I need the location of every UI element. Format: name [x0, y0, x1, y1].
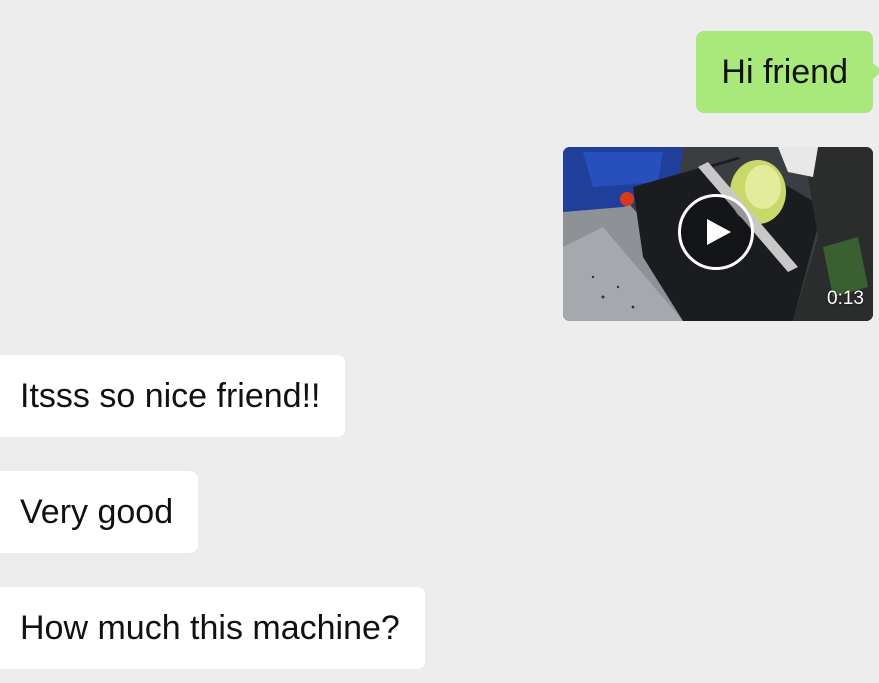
outgoing-message-bubble[interactable]: Hi friend — [696, 31, 879, 113]
message-text: Hi friend — [721, 52, 848, 91]
video-duration: 0:13 — [827, 288, 864, 309]
incoming-message-bubble[interactable]: How much this machine? — [0, 587, 425, 669]
video-message[interactable]: 0:13 — [563, 147, 873, 321]
incoming-message-bubble[interactable]: Very good — [0, 471, 199, 553]
message-text: How much this machine? — [20, 608, 400, 647]
incoming-message-bubble[interactable]: Itsss so nice friend!! — [0, 355, 346, 437]
play-button[interactable] — [678, 194, 754, 270]
play-icon — [706, 219, 731, 245]
message-text: Very good — [20, 492, 174, 531]
message-text: Itsss so nice friend!! — [20, 376, 321, 415]
